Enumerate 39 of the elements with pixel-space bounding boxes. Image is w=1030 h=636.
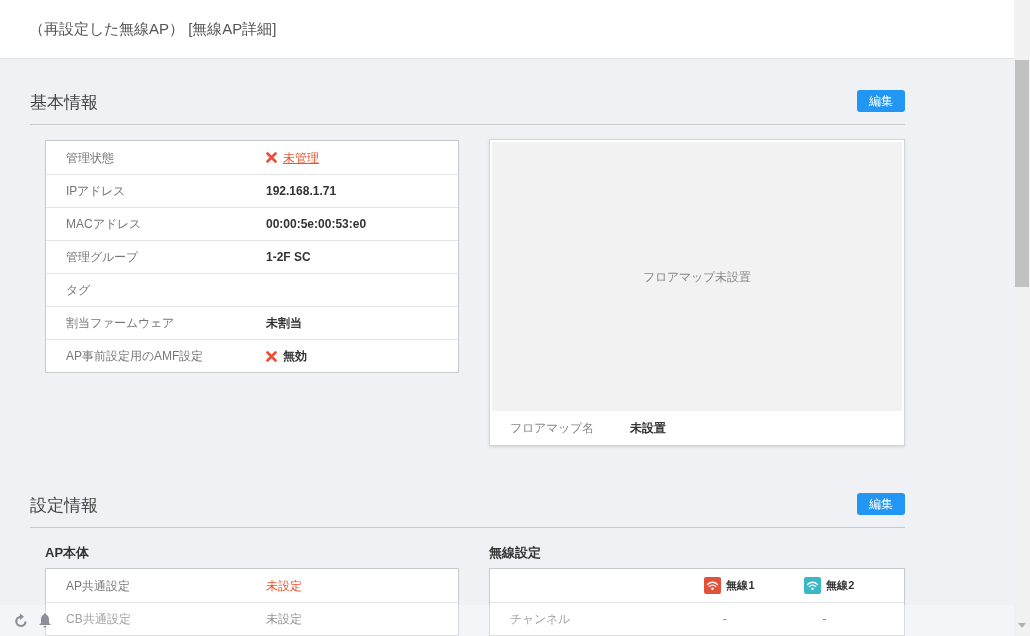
field-label: MACアドレス bbox=[66, 216, 142, 233]
field-value: 192.168.1.71 bbox=[266, 183, 337, 200]
field-label: フロアマップ名 bbox=[510, 420, 595, 437]
field-label: 管理状態 bbox=[66, 149, 115, 167]
field-value: 未割当 bbox=[266, 315, 302, 332]
subsection-title: AP本体 bbox=[45, 544, 91, 562]
section-title: 基本情報 bbox=[30, 94, 98, 111]
page-title: （再設定した無線AP） [無線AP詳細] bbox=[29, 18, 277, 39]
field-label: IPアドレス bbox=[66, 183, 127, 200]
edit-button[interactable]: 編集 bbox=[857, 90, 905, 112]
field-value: 未設定 bbox=[266, 611, 302, 628]
field-value: 無効 bbox=[283, 348, 307, 365]
scrollbar[interactable] bbox=[1014, 0, 1030, 636]
field-label: 割当ファームウェア bbox=[66, 315, 175, 332]
status-link[interactable]: 未管理 bbox=[283, 148, 319, 167]
scrollbar-thumb[interactable] bbox=[1015, 60, 1029, 287]
field-label: 管理グループ bbox=[66, 249, 140, 266]
scroll-down-icon[interactable] bbox=[1018, 623, 1026, 628]
field-value: 未設定 bbox=[266, 577, 302, 595]
column-header: 無線1 bbox=[726, 578, 755, 594]
cross-icon bbox=[266, 152, 277, 163]
field-label: タグ bbox=[66, 282, 91, 299]
field-label: AP事前設定用のAMF設定 bbox=[66, 348, 205, 365]
field-value: 00:00:5e:00:53:e0 bbox=[266, 216, 367, 233]
column-header: 無線2 bbox=[826, 578, 855, 594]
cross-icon bbox=[266, 350, 277, 362]
field-label: チャンネル bbox=[510, 611, 571, 628]
field-label: CB共通設定 bbox=[66, 611, 132, 628]
section-title: 設定情報 bbox=[30, 497, 98, 514]
table-cell-text: - bbox=[821, 610, 828, 629]
field-value: 未設置 bbox=[630, 420, 666, 437]
refresh-icon[interactable] bbox=[14, 613, 28, 628]
bell-icon[interactable] bbox=[38, 613, 52, 628]
edit-button[interactable]: 編集 bbox=[857, 493, 905, 515]
subsection-title: 無線設定 bbox=[489, 544, 542, 562]
empty-floor-map-panel: フロアマップ未設置 bbox=[492, 142, 902, 411]
field-label: AP共通設定 bbox=[66, 577, 131, 595]
table-cell-text: - bbox=[721, 610, 728, 629]
field-value: 1-2F SC bbox=[266, 249, 311, 266]
